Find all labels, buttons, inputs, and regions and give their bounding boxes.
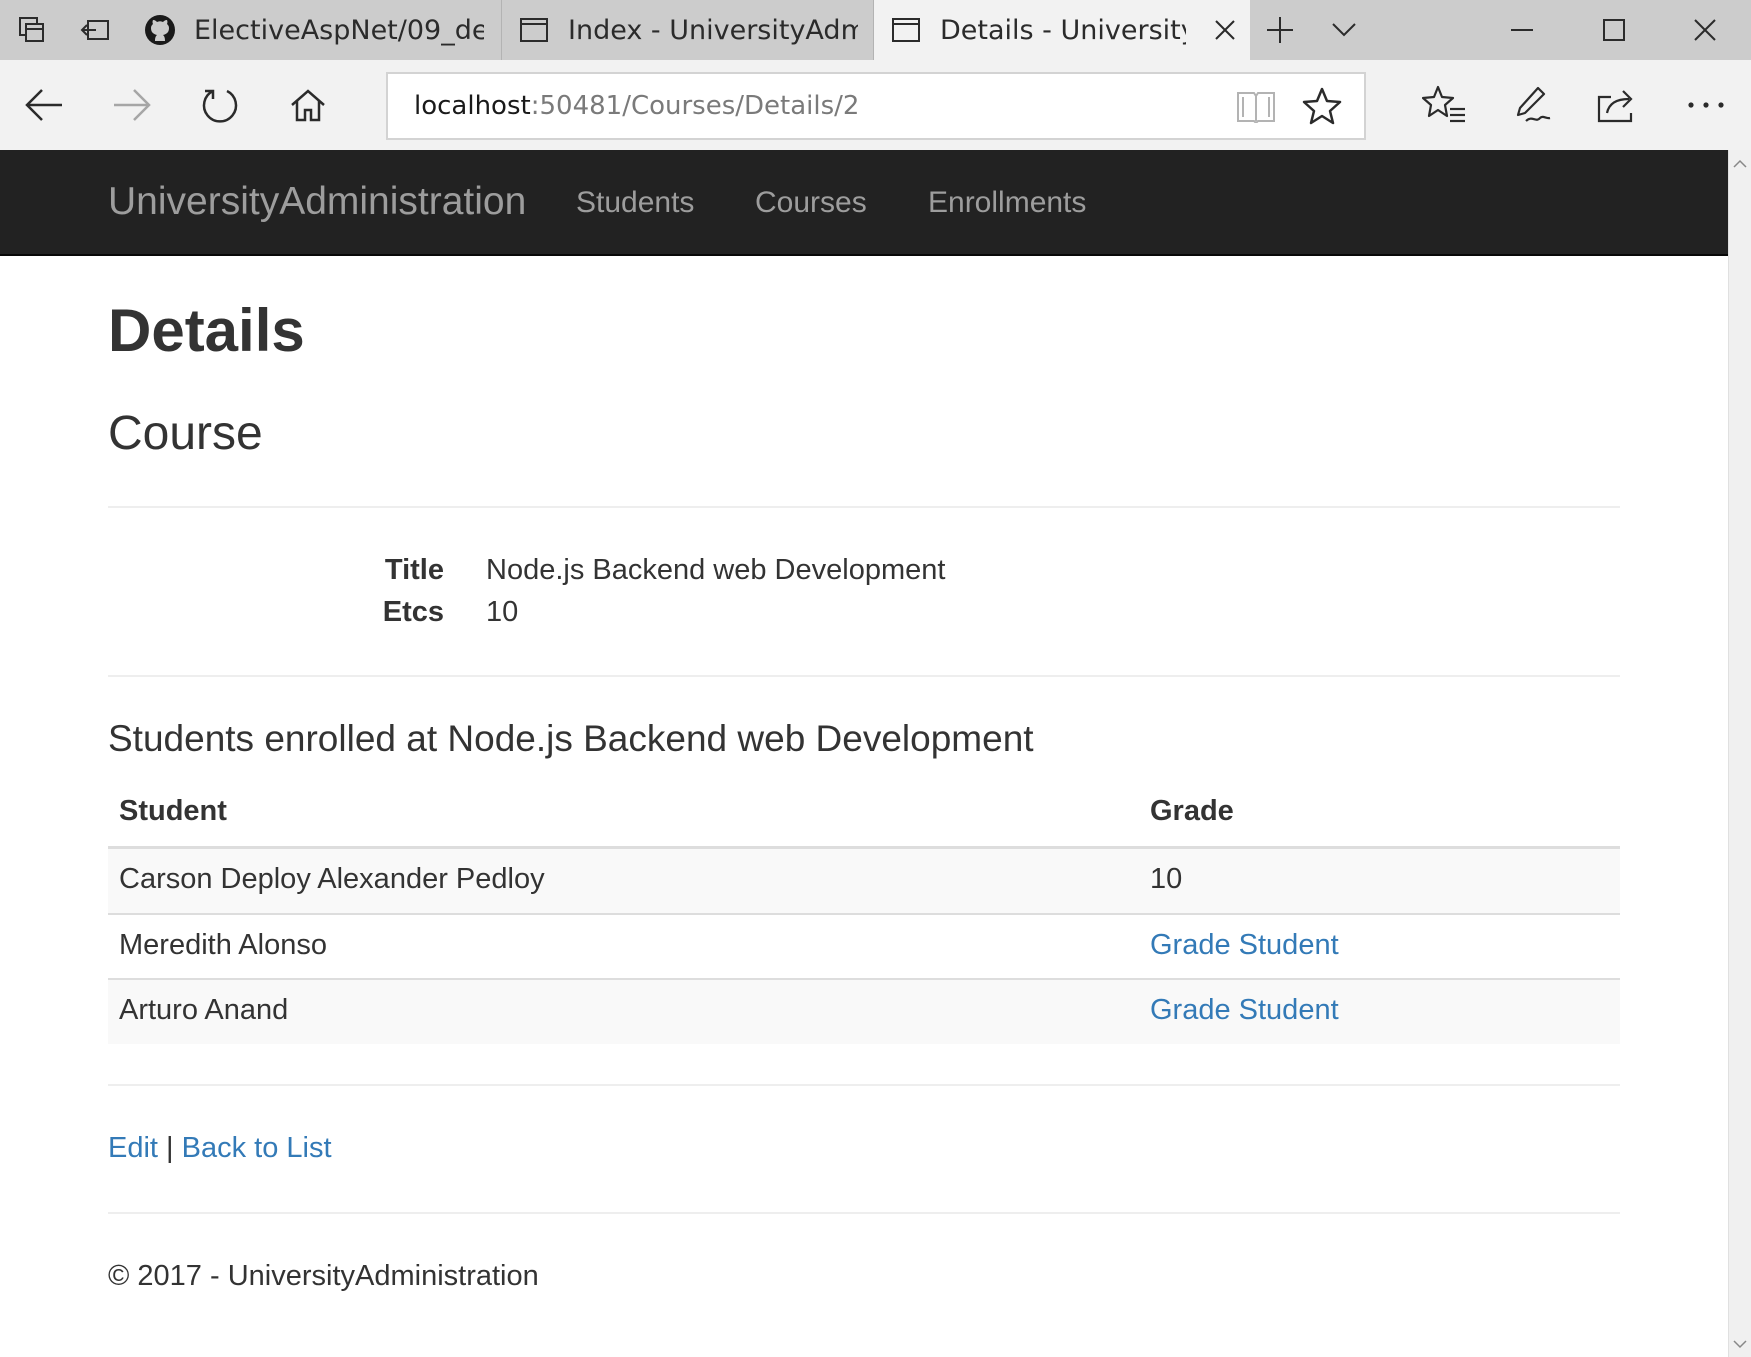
close-window-icon[interactable] [1659,0,1751,60]
nav-link-courses[interactable]: Courses [755,186,867,220]
table-row: Meredith Alonso Grade Student [108,915,1620,979]
back-arrow-icon[interactable] [12,73,76,137]
grade-student-link[interactable]: Grade Student [1150,929,1339,962]
field-label-etcs: Etcs [382,596,444,628]
table-row: Arturo Anand Grade Student [108,980,1620,1044]
student-name: Arturo Anand [119,994,289,1026]
new-tab-icon[interactable] [1250,0,1310,60]
tab-title: Details - UniversityAd [940,14,1186,46]
reading-view-icon[interactable] [1226,76,1286,136]
favorites-list-icon[interactable] [1412,73,1476,137]
home-icon[interactable] [276,73,340,137]
pen-note-icon[interactable] [1500,73,1564,137]
tab-github[interactable]: ElectiveAspNet/09_deploy [128,0,502,60]
show-tabs-aside-icon[interactable] [66,0,126,60]
tab-set-aside-icon[interactable] [2,0,62,60]
student-grade: 10 [1150,863,1183,895]
brand-link[interactable]: UniversityAdministration [108,180,526,224]
vertical-scrollbar[interactable] [1728,150,1751,1357]
link-separator: | [166,1132,174,1164]
address-bar[interactable]: localhost:50481/Courses/Details/2 [386,72,1366,140]
url-path: :50481/Courses/Details/2 [530,91,860,121]
forward-arrow-icon[interactable] [100,73,164,137]
more-ellipsis-icon[interactable] [1674,73,1738,137]
page-icon [518,14,550,46]
divider [108,675,1620,677]
edit-link[interactable]: Edit [108,1132,158,1164]
field-label-title: Title [384,554,444,586]
divider [108,506,1620,508]
tab-title: ElectiveAspNet/09_deploy [194,14,484,46]
page-icon [890,14,922,46]
tab-index[interactable]: Index - UniversityAdminis [502,0,874,60]
scroll-down-icon[interactable] [1728,1333,1751,1355]
maximize-icon[interactable] [1568,0,1660,60]
divider [108,1084,1620,1086]
github-icon [144,14,176,46]
url-text[interactable]: localhost:50481/Courses/Details/2 [414,91,859,121]
enrolled-heading: Students enrolled at Node.js Backend web… [108,718,1034,759]
table-header-grade: Grade [1150,795,1234,827]
nav-link-students[interactable]: Students [576,186,694,220]
field-value-etcs: 10 [486,596,519,628]
table-header-student: Student [119,795,227,827]
student-name: Carson Deploy Alexander Pedloy [119,863,545,895]
grade-student-link[interactable]: Grade Student [1150,994,1339,1027]
close-tab-icon[interactable] [1200,0,1250,60]
url-host: localhost [414,91,531,121]
page-title: Details [108,297,305,364]
back-to-list-link[interactable]: Back to List [182,1132,332,1164]
action-links: Edit | Back to List [108,1132,332,1165]
refresh-icon[interactable] [188,73,252,137]
scroll-up-icon[interactable] [1728,152,1751,174]
minimize-icon[interactable] [1476,0,1568,60]
student-name: Meredith Alonso [119,929,327,961]
nav-link-enrollments[interactable]: Enrollments [928,186,1086,220]
divider [108,1212,1620,1214]
tab-preview-chevron-down-icon[interactable] [1314,0,1374,60]
page-subtitle: Course [108,407,263,460]
tab-title: Index - UniversityAdminis [568,14,858,46]
tab-details[interactable]: Details - UniversityAd [874,0,1250,60]
field-value-title: Node.js Backend web Development [486,554,946,586]
table-row: Carson Deploy Alexander Pedloy 10 [108,849,1620,913]
share-icon[interactable] [1586,73,1650,137]
favorite-star-icon[interactable] [1292,76,1352,136]
footer-copyright: © 2017 - UniversityAdministration [108,1260,539,1292]
